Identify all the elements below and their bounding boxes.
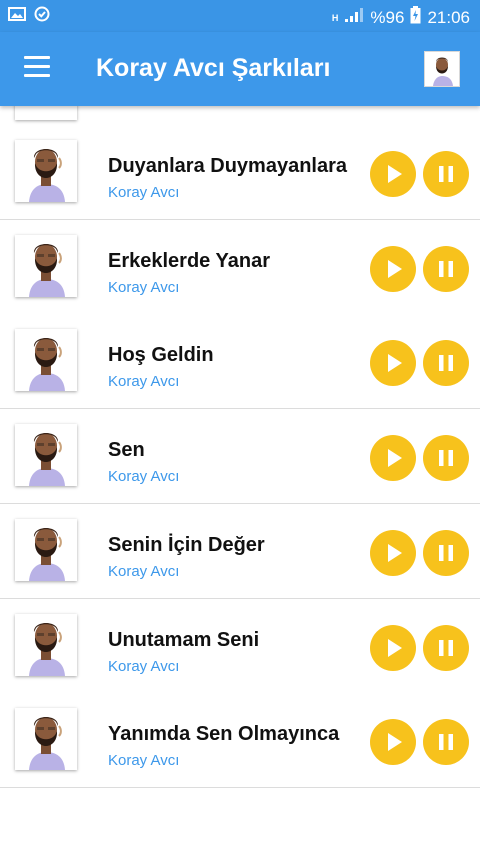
play-icon xyxy=(388,449,402,468)
song-artist: Koray Avcı xyxy=(108,184,180,201)
play-icon xyxy=(388,259,402,278)
song-title: Erkeklerde Yanar xyxy=(108,249,270,272)
song-artist: Koray Avcı xyxy=(108,562,180,580)
pause-icon xyxy=(439,544,453,561)
clock: 21:06 xyxy=(427,7,470,27)
artist-thumbnail xyxy=(15,329,77,392)
artist-thumbnail xyxy=(15,140,77,202)
song-artist: Koray Avcı xyxy=(108,657,180,675)
play-button[interactable] xyxy=(370,435,416,482)
artist-thumbnail xyxy=(15,424,77,487)
pause-icon xyxy=(439,355,453,372)
page-title: Koray Avcı Şarkıları xyxy=(96,54,331,82)
song-title: Senin İçin Değer xyxy=(108,533,265,556)
song-row[interactable]: Senin İçin Değer Koray Avcı xyxy=(0,503,480,599)
artist-thumbnail xyxy=(15,613,77,676)
artist-thumbnail xyxy=(15,708,77,771)
song-row[interactable]: Duyanlara Duymayanlara Koray Avcı xyxy=(0,125,480,220)
play-icon xyxy=(388,733,402,752)
avatar[interactable] xyxy=(424,51,460,87)
play-button[interactable] xyxy=(370,719,416,766)
pause-button[interactable] xyxy=(423,245,469,292)
artist-thumbnail xyxy=(15,234,77,297)
song-artist: Koray Avcı xyxy=(108,278,180,296)
song-artist: Koray Avcı xyxy=(108,752,180,770)
battery-icon xyxy=(410,6,421,29)
artist-thumbnail xyxy=(15,518,77,581)
pause-button[interactable] xyxy=(423,624,469,671)
check-circle-icon xyxy=(34,6,50,27)
play-button[interactable] xyxy=(370,151,416,197)
pause-button[interactable] xyxy=(423,529,469,576)
pause-button[interactable] xyxy=(423,340,469,387)
play-button[interactable] xyxy=(370,624,416,671)
play-icon xyxy=(388,543,402,562)
song-title: Hoş Geldin xyxy=(108,344,214,367)
pause-button[interactable] xyxy=(423,151,469,197)
play-button[interactable] xyxy=(370,529,416,576)
song-title: Unutamam Seni xyxy=(108,628,260,651)
song-title: Duyanlara Duymayanlara xyxy=(108,155,348,177)
song-artist: Koray Avcı xyxy=(108,373,180,391)
song-row[interactable]: Unutamam Seni Koray Avcı xyxy=(0,598,480,694)
app-bar: Koray Avcı Şarkıları xyxy=(0,32,480,106)
pause-icon xyxy=(439,166,453,182)
play-icon xyxy=(388,165,402,183)
song-title: Sen xyxy=(108,439,145,462)
song-title: Yanımda Sen Olmayınca xyxy=(108,723,340,746)
play-icon xyxy=(388,638,402,657)
play-icon xyxy=(388,354,402,373)
song-row[interactable]: Sen Koray Avcı xyxy=(0,409,480,505)
song-row[interactable]: Erkeklerde Yanar Koray Avcı xyxy=(0,219,480,315)
battery-level: %96 xyxy=(370,7,405,27)
pause-button[interactable] xyxy=(423,435,469,482)
pause-icon xyxy=(439,734,453,751)
menu-icon[interactable] xyxy=(24,56,50,78)
pause-icon xyxy=(439,260,453,277)
song-row[interactable]: Yanımda Sen Olmayınca Koray Avcı xyxy=(0,693,480,789)
song-row[interactable]: Hoş Geldin Koray Avcı xyxy=(0,314,480,410)
signal-icon xyxy=(344,7,364,28)
song-artist: Koray Avcı xyxy=(108,468,180,486)
pause-button[interactable] xyxy=(423,719,469,766)
network-type: H xyxy=(331,12,339,23)
play-button[interactable] xyxy=(370,340,416,387)
image-icon xyxy=(8,6,26,27)
pause-icon xyxy=(439,639,453,656)
pause-icon xyxy=(439,450,453,467)
status-bar: H %96 21:06 xyxy=(0,0,480,32)
play-button[interactable] xyxy=(370,245,416,292)
